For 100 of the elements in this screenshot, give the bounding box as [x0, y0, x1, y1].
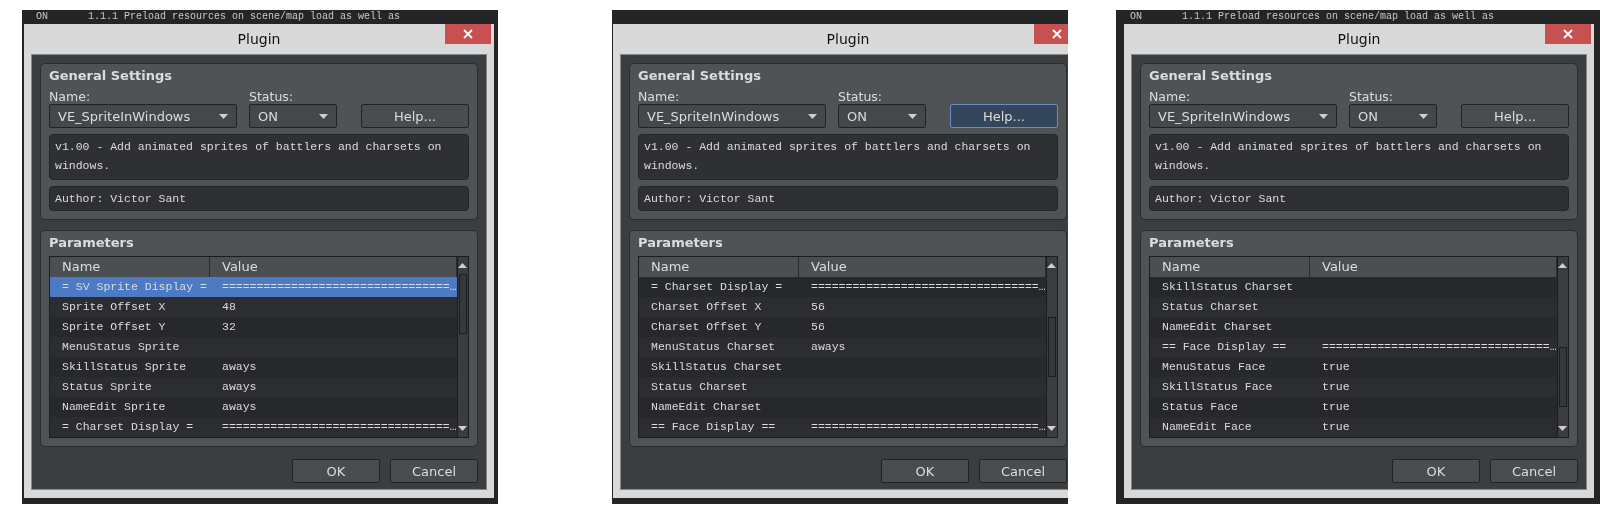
table-cell-text: aways — [221, 399, 258, 415]
description-field: v1.00 - Add animated sprites of battlers and charsets on windows. — [1149, 134, 1569, 180]
field-label: Status: — [838, 89, 884, 104]
table-row[interactable]: SkillStatus Charset — [639, 357, 1046, 377]
dialog-button[interactable]: Cancel — [1490, 459, 1578, 483]
name-dropdown[interactable]: VE_SpriteInWindows — [49, 104, 237, 128]
name-dropdown[interactable]: VE_SpriteInWindows — [638, 104, 826, 128]
caret-icon — [808, 113, 817, 119]
table-row[interactable]: NameEdit Sprite aways — [50, 397, 457, 417]
table-cell-text: SkillStatus Face — [1161, 379, 1274, 395]
field-label: Status: — [249, 89, 295, 104]
table-cell-text: 48 — [221, 299, 237, 315]
author-field: Author: Victor Sant — [49, 186, 469, 211]
down-arrow-icon[interactable] — [1047, 426, 1057, 431]
table-row[interactable]: MenuStatus Face true — [1150, 357, 1557, 377]
table-row[interactable]: = Charset Display = =================================… — [639, 277, 1046, 297]
table-cell-text: == Face Display == — [650, 419, 777, 435]
table-cell-text: 56 — [810, 319, 826, 335]
caret-icon — [219, 113, 228, 119]
caret-icon — [1419, 113, 1428, 119]
background-text: ON — [36, 10, 48, 24]
table-cell-text: Status Charset — [1161, 299, 1260, 315]
close-icon — [463, 29, 473, 39]
up-arrow-icon[interactable] — [1558, 263, 1568, 268]
table-row[interactable]: Charset Offset Y 56 — [639, 317, 1046, 337]
table-cell-text: =================================… — [221, 419, 457, 435]
close-button[interactable] — [1545, 24, 1591, 44]
table-cell-text: =================================… — [221, 279, 457, 295]
table-cell-text: 32 — [221, 319, 237, 335]
table-cell-text: Status Face — [1161, 399, 1239, 415]
down-arrow-icon[interactable] — [1558, 426, 1568, 431]
group-title: Parameters — [1149, 235, 1235, 250]
table-cell-text: NameEdit Sprite — [61, 399, 167, 415]
table-cell-text: =================================… — [810, 419, 1046, 435]
table-cell-text: true — [1321, 419, 1351, 435]
table-cell-text: aways — [221, 379, 258, 395]
table-cell-text: Charset Offset Y — [650, 319, 763, 335]
window-title: Plugin — [1337, 31, 1381, 47]
table-cell-text: Charset Offset X — [650, 299, 763, 315]
table-cell-text: =================================… — [810, 279, 1046, 295]
field-label: Name: — [1149, 89, 1192, 104]
background-text: 1.1.1 Preload resources on scene/map load as well as — [1182, 10, 1495, 24]
table-cell-text: MenuStatus Sprite — [61, 339, 181, 355]
name-dropdown[interactable]: VE_SpriteInWindows — [1149, 104, 1337, 128]
up-arrow-icon[interactable] — [458, 263, 468, 268]
description-field: v1.00 - Add animated sprites of battlers and charsets on windows. — [638, 134, 1058, 180]
group-title: General Settings — [638, 68, 763, 83]
dialog-button[interactable]: OK — [881, 459, 969, 483]
help-button[interactable]: Help... — [361, 104, 469, 128]
close-button[interactable] — [1034, 24, 1068, 44]
window-title: Plugin — [237, 31, 281, 47]
close-icon — [1563, 29, 1573, 39]
table-row[interactable]: NameEdit Charset — [1150, 317, 1557, 337]
group-title: Parameters — [49, 235, 135, 250]
dialog-button[interactable]: Cancel — [390, 459, 478, 483]
status-dropdown[interactable]: ON — [838, 104, 926, 128]
scrollbar-thumb[interactable] — [1558, 347, 1567, 408]
table-cell-text: == Face Display == — [1161, 339, 1288, 355]
close-icon — [1052, 29, 1062, 39]
table-row[interactable]: Status Face true — [1150, 397, 1557, 417]
table-cell-text: MenuStatus Face — [1161, 359, 1267, 375]
window-title: Plugin — [826, 31, 870, 47]
table-cell-text: NameEdit Charset — [1161, 319, 1274, 335]
dialog-button[interactable]: Cancel — [979, 459, 1067, 483]
up-arrow-icon[interactable] — [1047, 263, 1057, 268]
help-button[interactable]: Help... — [950, 104, 1058, 128]
scrollbar-thumb[interactable] — [458, 274, 467, 334]
table-row[interactable]: SkillStatus Sprite aways — [50, 357, 457, 377]
table-cell-text: SkillStatus Charset — [1161, 279, 1295, 295]
table-cell-text: = Charset Display = — [61, 419, 195, 435]
status-dropdown[interactable]: ON — [249, 104, 337, 128]
field-label: Name: — [638, 89, 681, 104]
table-cell-text: = SV Sprite Display = — [61, 279, 208, 295]
down-arrow-icon[interactable] — [458, 426, 468, 431]
table-row[interactable]: NameEdit Charset — [639, 397, 1046, 417]
field-label: Status: — [1349, 89, 1395, 104]
table-cell-text: NameEdit Face — [1161, 419, 1253, 435]
dialog-button[interactable]: OK — [1392, 459, 1480, 483]
table-cell-text: aways — [810, 339, 847, 355]
table-cell-text: Status Sprite — [61, 379, 153, 395]
table-cell-text: Sprite Offset X — [61, 299, 167, 315]
caret-icon — [319, 113, 328, 119]
table-cell-text: Status Charset — [650, 379, 749, 395]
table-row[interactable]: Sprite Offset Y 32 — [50, 317, 457, 337]
table-cell-text: NameEdit Charset — [650, 399, 763, 415]
group-title: Parameters — [638, 235, 724, 250]
dialog-button[interactable]: OK — [292, 459, 380, 483]
table-cell-text: true — [1321, 359, 1351, 375]
table-cell-text: aways — [221, 359, 258, 375]
table-cell-text: true — [1321, 379, 1351, 395]
status-dropdown[interactable]: ON — [1349, 104, 1437, 128]
table-row[interactable]: SkillStatus Charset — [1150, 277, 1557, 297]
help-button[interactable]: Help... — [1461, 104, 1569, 128]
close-button[interactable] — [445, 24, 491, 44]
scrollbar-thumb[interactable] — [1047, 317, 1056, 377]
table-cell-text: = Charset Display = — [650, 279, 784, 295]
table-cell-text: true — [1321, 399, 1351, 415]
caret-icon — [908, 113, 917, 119]
field-label: Name: — [49, 89, 92, 104]
author-field: Author: Victor Sant — [638, 186, 1058, 211]
